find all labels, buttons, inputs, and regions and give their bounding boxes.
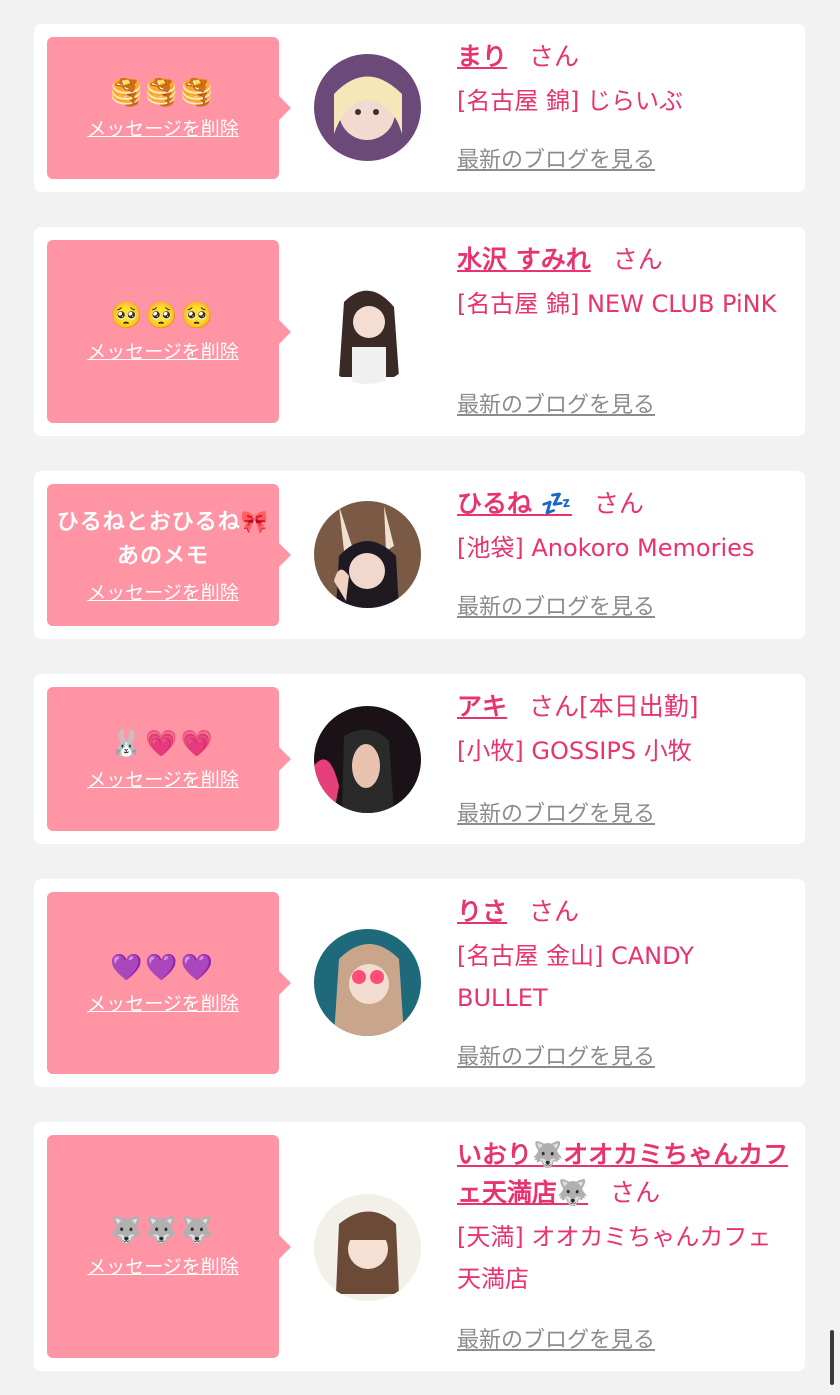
message-text: 🥺🥺🥺: [109, 301, 217, 331]
latest-blog-link[interactable]: 最新のブログを見る: [457, 1322, 655, 1354]
message-list: 🥞🥞🥞 メッセージを削除 まり さん [名古屋 錦] じらいぶ 最新のブログを見る…: [0, 0, 840, 1371]
avatar[interactable]: [314, 706, 421, 813]
cast-name-link[interactable]: ひるね 💤: [457, 489, 572, 518]
list-item: 🥞🥞🥞 メッセージを削除 まり さん [名古屋 錦] じらいぶ 最新のブログを見る: [34, 24, 805, 192]
shop-name: [名古屋 金山] CANDY BULLET: [457, 942, 694, 1012]
message-bubble: 💜💜💜 メッセージを削除: [47, 892, 291, 1074]
cast-name-link[interactable]: まり: [457, 42, 507, 71]
latest-blog-link[interactable]: 最新のブログを見る: [457, 796, 655, 828]
latest-blog-link[interactable]: 最新のブログを見る: [457, 589, 655, 621]
status-tag: [本日出勤]: [579, 692, 699, 721]
cast-info: りさ さん [名古屋 金山] CANDY BULLET: [457, 893, 791, 1019]
delete-message-link[interactable]: メッセージを削除: [87, 1252, 239, 1279]
cast-name-link[interactable]: アキ: [457, 692, 507, 721]
latest-blog-link[interactable]: 最新のブログを見る: [457, 1039, 655, 1071]
message-bubble: 🥞🥞🥞 メッセージを削除: [47, 37, 291, 179]
list-item: 💜💜💜 メッセージを削除 りさ さん [名古屋 金山] CANDY BULLET …: [34, 879, 805, 1087]
shop-name: [名古屋 錦] じらいぶ: [457, 87, 683, 115]
delete-message-link[interactable]: メッセージを削除: [87, 114, 239, 141]
delete-message-link[interactable]: メッセージを削除: [87, 337, 239, 364]
avatar[interactable]: [314, 501, 421, 608]
shop-name: [小牧] GOSSIPS 小牧: [457, 737, 692, 765]
avatar[interactable]: [314, 929, 421, 1036]
scrollbar[interactable]: [830, 1330, 834, 1385]
message-bubble: 🐰💗💗 メッセージを削除: [47, 687, 291, 831]
honorific: さん: [610, 1178, 661, 1207]
honorific: さん: [612, 245, 663, 274]
honorific: さん: [529, 42, 580, 71]
cast-info: ひるね 💤 さん [池袋] Anokoro Memories: [457, 485, 791, 569]
message-bubble: ひるねとおひるね🎀あのメモ メッセージを削除: [47, 484, 291, 626]
cast-name-link[interactable]: 水沢 すみれ: [457, 245, 591, 274]
list-item: ひるねとおひるね🎀あのメモ メッセージを削除 ひるね 💤 さん [池袋] Anok…: [34, 471, 805, 639]
message-text: 🥞🥞🥞: [109, 77, 217, 108]
cast-name-link[interactable]: りさ: [457, 897, 507, 926]
cast-info: いおり🐺オオカミちゃんカフェ天満店🐺 さん [天満] オオカミちゃんカフェ天満店: [457, 1136, 791, 1300]
honorific: さん: [593, 489, 644, 518]
delete-message-link[interactable]: メッセージを削除: [87, 578, 239, 605]
message-text: 🐺🐺🐺: [109, 1216, 217, 1246]
shop-name: [名古屋 錦] NEW CLUB PiNK: [457, 290, 777, 318]
shop-name: [天満] オオカミちゃんカフェ天満店: [457, 1223, 772, 1293]
message-text: 💜💜💜: [109, 952, 217, 983]
list-item: 🐺🐺🐺 メッセージを削除 いおり🐺オオカミちゃんカフェ天満店🐺 さん [天満] オ…: [34, 1122, 805, 1371]
message-bubble: 🐺🐺🐺 メッセージを削除: [47, 1135, 291, 1358]
honorific: さん: [529, 692, 580, 721]
message-text: ひるねとおひるね🎀あのメモ: [56, 509, 270, 569]
shop-name: [池袋] Anokoro Memories: [457, 534, 755, 562]
honorific: さん: [529, 897, 580, 926]
latest-blog-link[interactable]: 最新のブログを見る: [457, 142, 655, 174]
list-item: 🥺🥺🥺 メッセージを削除 水沢 すみれ さん [名古屋 錦] NEW CLUB P…: [34, 227, 805, 436]
cast-info: アキ さん[本日出勤] [小牧] GOSSIPS 小牧: [457, 688, 791, 772]
cast-info: まり さん [名古屋 錦] じらいぶ: [457, 38, 791, 122]
message-bubble: 🥺🥺🥺 メッセージを削除: [47, 240, 291, 423]
list-item: 🐰💗💗 メッセージを削除 アキ さん[本日出勤] [小牧] GOSSIPS 小牧 …: [34, 674, 805, 844]
cast-info: 水沢 すみれ さん [名古屋 錦] NEW CLUB PiNK: [457, 241, 791, 325]
message-text: 🐰💗💗: [109, 728, 217, 759]
latest-blog-link[interactable]: 最新のブログを見る: [457, 387, 655, 419]
avatar[interactable]: [314, 1194, 421, 1301]
avatar[interactable]: [314, 277, 421, 384]
delete-message-link[interactable]: メッセージを削除: [87, 765, 239, 792]
avatar[interactable]: [314, 54, 421, 161]
delete-message-link[interactable]: メッセージを削除: [87, 989, 239, 1016]
